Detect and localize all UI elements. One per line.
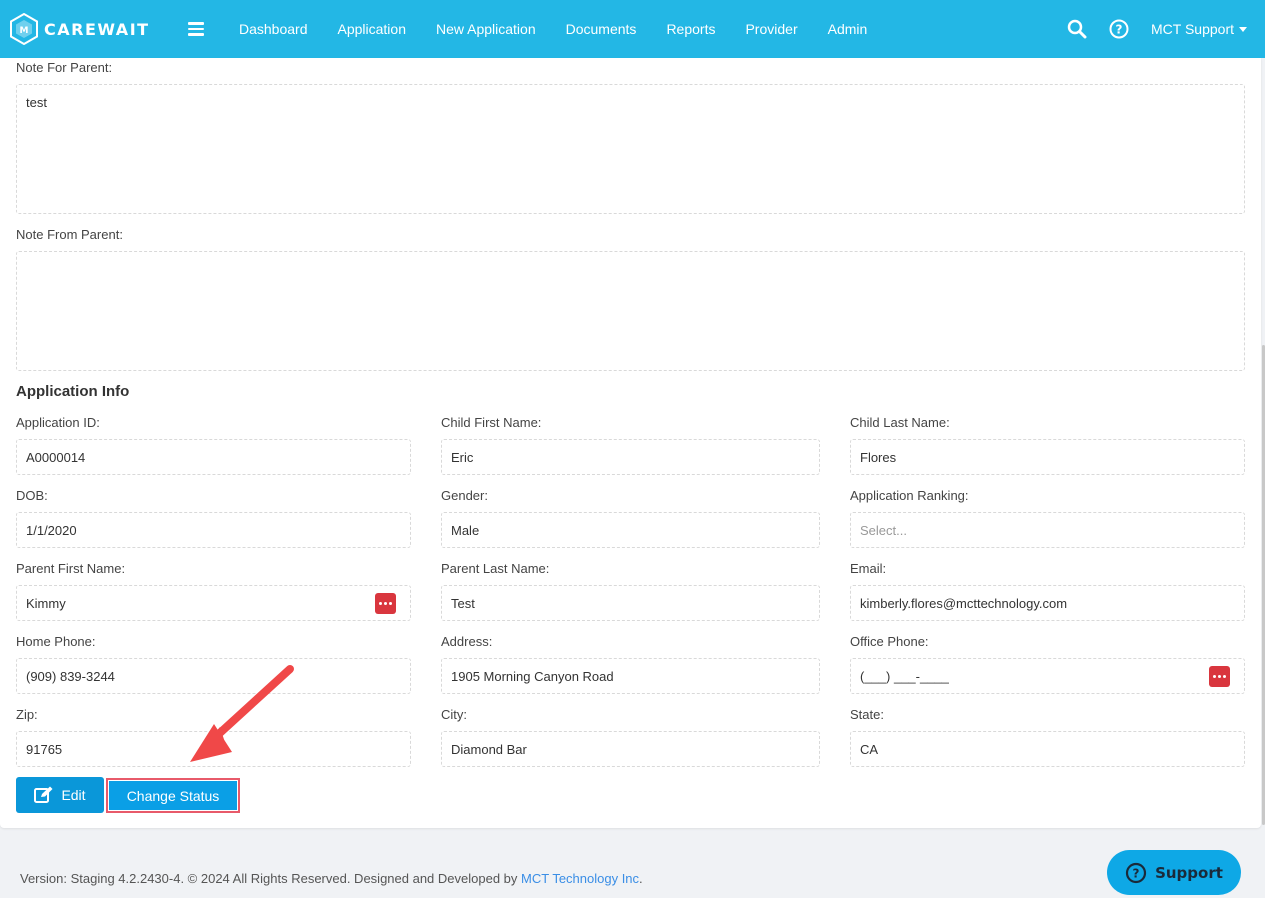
state-label: State: (850, 707, 884, 722)
email-field[interactable]: kimberly.flores@mcttechnology.com (850, 585, 1245, 621)
child-last-name-label: Child Last Name: (850, 415, 950, 430)
menu-icon[interactable] (188, 22, 204, 36)
note-for-parent-field[interactable]: test (16, 84, 1245, 214)
application-id-label: Application ID: (16, 415, 100, 430)
footer-text: Version: Staging 4.2.2430-4. © 2024 All … (20, 871, 522, 886)
nav-application[interactable]: Application (323, 21, 422, 37)
application-ranking-select[interactable]: Select... (850, 512, 1245, 548)
parent-last-name-label: Parent Last Name: (441, 561, 550, 576)
nav-provider[interactable]: Provider (730, 21, 812, 37)
child-last-name-field[interactable]: Flores (850, 439, 1245, 475)
edit-button-label: Edit (61, 787, 86, 803)
address-label: Address: (441, 634, 493, 649)
dob-label: DOB: (16, 488, 48, 503)
note-from-parent-field[interactable] (16, 251, 1245, 371)
nav-dashboard[interactable]: Dashboard (224, 21, 323, 37)
home-phone-field[interactable]: (909) 839-3244 (16, 658, 411, 694)
brand-name: CAREWAIT (44, 19, 150, 39)
parent-last-name-field[interactable]: Test (441, 585, 820, 621)
footer-suffix: . (639, 871, 643, 886)
application-id-field[interactable]: A0000014 (16, 439, 411, 475)
office-phone-label: Office Phone: (850, 634, 929, 649)
more-options-icon[interactable] (375, 593, 396, 614)
home-phone-label: Home Phone: (16, 634, 96, 649)
application-detail-card: Note For Parent: test Note From Parent: … (0, 58, 1261, 828)
dob-field[interactable]: 1/1/2020 (16, 512, 411, 548)
child-first-name-field[interactable]: Eric (441, 439, 820, 475)
email-label: Email: (850, 561, 887, 576)
parent-first-name-label: Parent First Name: (16, 561, 126, 576)
carewait-logo-icon: M (10, 13, 38, 45)
support-button[interactable]: ? Support (1107, 850, 1241, 895)
note-from-parent-label: Note From Parent: (16, 227, 123, 242)
city-label: City: (441, 707, 467, 722)
edit-button[interactable]: Edit (16, 777, 104, 813)
nav-new-application[interactable]: New Application (421, 21, 551, 37)
svg-text:M: M (20, 26, 29, 36)
help-icon[interactable]: ? (1109, 19, 1129, 39)
svg-text:?: ? (1133, 866, 1140, 880)
caret-down-icon (1239, 26, 1247, 32)
search-icon[interactable] (1067, 19, 1087, 39)
gender-field[interactable]: Male (441, 512, 820, 548)
svg-text:?: ? (1116, 23, 1123, 37)
zip-label: Zip: (16, 707, 38, 722)
office-phone-field[interactable]: (___) ___-____ (850, 658, 1245, 694)
help-icon: ? (1125, 862, 1147, 883)
note-for-parent-label: Note For Parent: (16, 60, 113, 75)
parent-first-name-field[interactable]: Kimmy (16, 585, 411, 621)
user-name: MCT Support (1151, 21, 1234, 37)
user-menu[interactable]: MCT Support (1151, 21, 1247, 37)
nav-admin[interactable]: Admin (813, 21, 883, 37)
more-options-icon[interactable] (1209, 666, 1230, 687)
support-label: Support (1155, 863, 1223, 882)
nav-reports[interactable]: Reports (651, 21, 730, 37)
child-first-name-label: Child First Name: (441, 415, 542, 430)
top-navbar: M CAREWAIT Dashboard Application New App… (0, 0, 1265, 58)
state-field[interactable]: CA (850, 731, 1245, 767)
footer-company-link[interactable]: MCT Technology Inc (521, 871, 639, 886)
application-info-heading: Application Info (16, 383, 130, 400)
city-field[interactable]: Diamond Bar (441, 731, 820, 767)
nav-documents[interactable]: Documents (551, 21, 652, 37)
footer: Version: Staging 4.2.2430-4. © 2024 All … (20, 871, 643, 886)
address-field[interactable]: 1905 Morning Canyon Road (441, 658, 820, 694)
edit-icon (34, 786, 53, 803)
main-nav: Dashboard Application New Application Do… (224, 21, 882, 37)
zip-field[interactable]: 91765 (16, 731, 411, 767)
brand[interactable]: M CAREWAIT (10, 13, 170, 45)
application-ranking-label: Application Ranking: (850, 488, 969, 503)
change-status-button[interactable]: Change Status (106, 778, 240, 813)
change-status-label: Change Status (126, 787, 220, 804)
gender-label: Gender: (441, 488, 488, 503)
